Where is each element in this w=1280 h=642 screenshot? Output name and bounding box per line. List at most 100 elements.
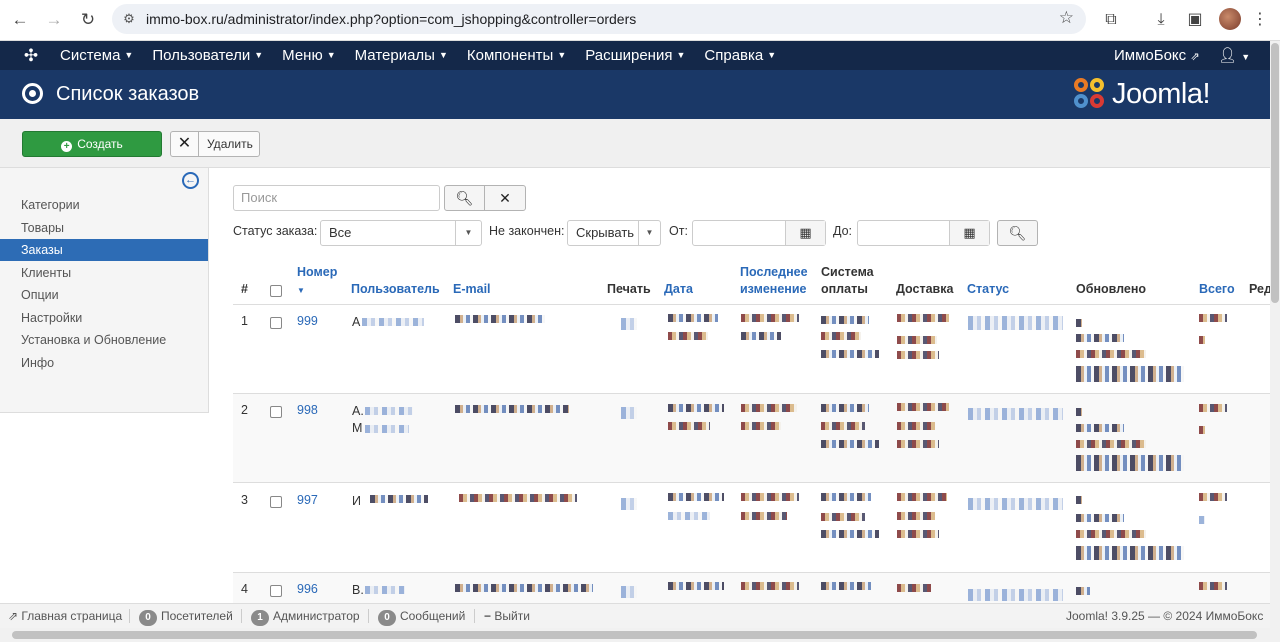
calendar-icon[interactable]: ▦ [949,221,989,245]
col-delivery: Доставка [896,282,954,296]
row-index: 4 [241,582,248,596]
create-button[interactable]: + Создать [22,131,162,157]
col-total[interactable]: Всего [1199,281,1235,298]
status-select[interactable] [968,408,1063,420]
table-row[interactable]: 2 998 А. М [233,394,1270,483]
redacted-text [821,582,871,590]
col-last-change[interactable]: Последнее изменение [740,264,808,298]
menu-system[interactable]: Система ▼ [60,41,133,70]
sort-desc-icon: ▼ [297,286,305,295]
print-icon[interactable] [621,586,637,598]
sidebar-item-orders[interactable]: Заказы [0,239,208,261]
kebab-menu-icon[interactable]: ⋮ [1248,8,1272,32]
profile-avatar[interactable] [1219,8,1241,30]
menu-users[interactable]: Пользователи ▼ [152,41,263,70]
sidebar-item-products[interactable]: Товары [0,217,208,239]
menu-menus[interactable]: Меню ▼ [282,41,335,70]
order-number-link[interactable]: 996 [297,582,318,596]
table-row[interactable]: 3 997 И [233,484,1270,573]
vertical-scrollbar[interactable] [1270,41,1280,628]
menu-content[interactable]: Материалы ▼ [355,41,448,70]
col-email[interactable]: E-mail [453,281,491,298]
order-number-link[interactable]: 998 [297,403,318,417]
col-edit: Ред [1249,282,1270,296]
unfinished-filter-select[interactable]: Скрывать ▼ [567,220,661,246]
sidebar-item-options[interactable]: Опции [0,284,208,306]
home-link[interactable]: ⇗ Главная страница [8,604,122,628]
sidebar-item-install-update[interactable]: Установка и Обновление [0,329,208,351]
status-filter-select[interactable]: Все ▼ [320,220,482,246]
bookmark-star-icon[interactable]: ☆ [1059,8,1074,28]
site-link[interactable]: ИммоБокс ⇗ [1114,41,1200,72]
search-input[interactable]: Поиск [233,185,440,211]
sidebar-item-categories[interactable]: Категории [0,194,208,216]
redacted-text [1076,319,1082,327]
redacted-text [821,350,879,358]
extensions-icon[interactable]: ⧉ [1099,8,1123,32]
col-user[interactable]: Пользователь [351,281,440,298]
print-icon[interactable] [621,407,637,419]
clear-search-button[interactable]: ✕ [484,185,526,211]
update-status-button[interactable] [1076,455,1184,471]
reload-icon[interactable]: ↻ [76,8,100,32]
scrollbar-thumb[interactable] [1271,43,1279,303]
col-status[interactable]: Статус [967,281,1009,298]
scrollbar-thumb[interactable] [12,631,1257,639]
sidebar-item-info[interactable]: Инфо [0,352,208,374]
joomla-logo-icon[interactable]: ✣ [20,45,42,67]
row-index: 1 [241,314,248,328]
back-icon[interactable]: ← [8,8,32,32]
row-checkbox[interactable] [270,406,282,418]
messages-count[interactable]: 0 Сообщений [378,604,465,628]
search-button[interactable]: 🔍︎ [444,185,485,211]
redacted-text [821,332,861,340]
print-icon[interactable] [621,498,637,510]
table-row[interactable]: 4 996 В. [233,573,1270,603]
date-to-input[interactable]: ▦ [857,220,990,246]
update-status-button[interactable] [1076,546,1184,560]
col-number[interactable]: Номер ▼ [297,264,337,299]
row-checkbox[interactable] [270,585,282,597]
sidebar-item-clients[interactable]: Клиенты [0,262,208,284]
status-select[interactable] [968,589,1063,601]
select-all-checkbox[interactable] [270,285,282,297]
sidebar-item-settings[interactable]: Настройки [0,307,208,329]
menu-help[interactable]: Справка ▼ [704,41,776,70]
redacted-text [897,314,949,322]
menu-extensions[interactable]: Расширения ▼ [585,41,685,70]
user-menu[interactable]: 👤︎ ▼ [1218,41,1250,72]
redacted-text [897,584,931,592]
order-number-link[interactable]: 999 [297,314,318,328]
sidebar-toggle-icon[interactable]: ← [182,172,199,189]
order-number-link[interactable]: 997 [297,493,318,507]
horizontal-scrollbar[interactable] [0,628,1280,642]
row-checkbox[interactable] [270,496,282,508]
update-status-button[interactable] [1076,366,1184,382]
address-bar[interactable]: ⚙ immo-box.ru/administrator/index.php?op… [112,4,1086,34]
apply-filter-button[interactable]: 🔍︎ [997,220,1038,246]
status-select[interactable] [968,316,1063,330]
redacted-text [365,425,409,433]
redacted-text [897,403,949,411]
site-info-icon[interactable]: ⚙ [120,10,138,28]
table-row[interactable]: 1 999 А [233,305,1270,394]
status-select[interactable] [968,498,1063,510]
delete-button[interactable]: ✕ Удалить [170,131,260,157]
date-from-input[interactable]: ▦ [692,220,826,246]
print-icon[interactable] [621,318,637,330]
row-checkbox[interactable] [270,317,282,329]
menu-components[interactable]: Компоненты ▼ [467,41,566,70]
col-date[interactable]: Дата [664,281,693,298]
page-title: Список заказов [56,83,200,105]
sidepanel-icon[interactable]: ▣ [1183,8,1207,32]
calendar-icon[interactable]: ▦ [785,221,825,245]
redacted-text [1076,424,1124,432]
redacted-text [821,316,869,324]
orders-icon [22,83,43,104]
download-icon[interactable]: ⤓ [1149,8,1173,32]
redacted-text [1199,404,1227,412]
forward-icon[interactable]: → [42,8,66,32]
logout-link[interactable]: − Выйти [484,604,530,628]
redacted-text [1076,350,1146,358]
admins-count: 1 Администратор [251,604,360,628]
